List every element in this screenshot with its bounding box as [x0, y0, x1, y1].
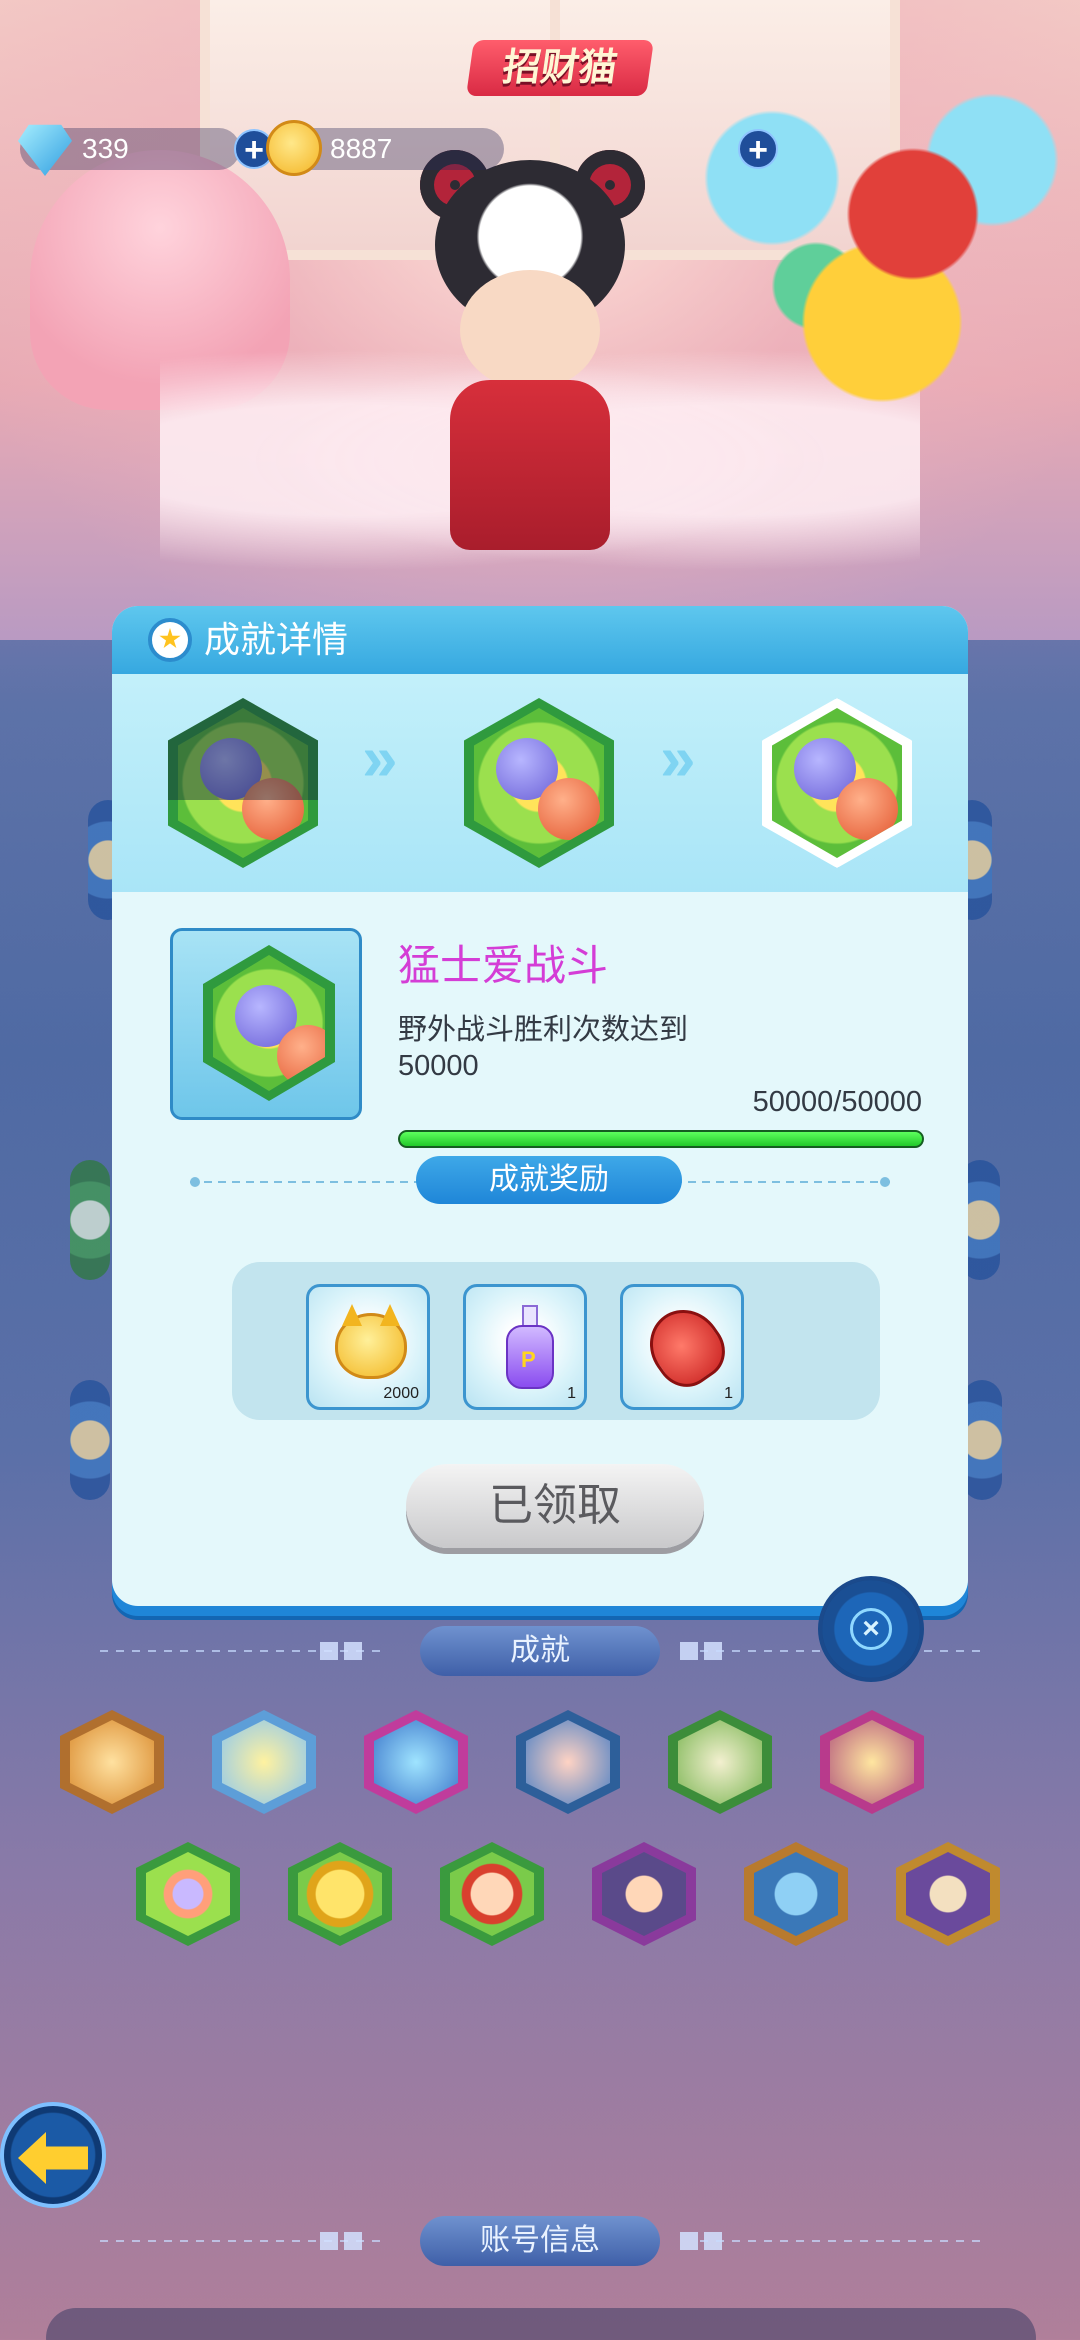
boxing-glove-icon [200, 738, 262, 800]
fox-badge[interactable] [60, 1710, 164, 1814]
back-button[interactable] [0, 2102, 106, 2208]
achievement-detail-modal: 成就详情 » » 猛士爱战斗 野外战斗胜利次数达到50000 50000/500… [112, 606, 968, 1682]
lucky-cat-logo: 招财猫 [466, 40, 654, 96]
chevron-right-icon: » [660, 722, 696, 794]
claimed-button[interactable]: 已领取 [406, 1464, 704, 1548]
gem-amount: 339 [82, 133, 129, 164]
coin-amount: 8887 [330, 133, 393, 164]
modal-header: 成就详情 [112, 606, 968, 674]
dice-badge[interactable] [364, 1710, 468, 1814]
progress-fill [400, 1132, 922, 1146]
achievement-stages: » » [112, 674, 968, 892]
add-coins-button[interactable]: + [738, 129, 778, 169]
reward-item-red-potion[interactable]: 1 [620, 1284, 744, 1410]
purple-potion-icon [506, 1305, 554, 1391]
boxing-glove-icon [836, 778, 898, 840]
boxing-glove-icon [538, 778, 600, 840]
reward-count: 1 [724, 1385, 733, 1402]
reward-item-coins[interactable]: 2000 [306, 1284, 430, 1410]
close-button[interactable]: × [818, 1576, 924, 1682]
close-icon: × [850, 1608, 892, 1650]
achievement-icon [170, 928, 362, 1120]
chef-badge[interactable] [516, 1710, 620, 1814]
achievements-label: 成就 [420, 1626, 660, 1676]
boxing-glove-icon [242, 778, 304, 840]
cat-coin-icon [266, 120, 322, 176]
coin-counter: 8887 + [266, 120, 778, 176]
reward-count: 1 [567, 1385, 576, 1402]
modal-body: 成就详情 » » 猛士爱战斗 野外战斗胜利次数达到50000 50000/500… [112, 606, 968, 1606]
scholar-badge[interactable] [896, 1842, 1000, 1946]
pirate-badge[interactable] [592, 1842, 696, 1946]
account-section-header: 账号信息 [100, 2216, 980, 2266]
boxing-glove-icon [277, 1025, 325, 1087]
avatar-body [450, 380, 610, 550]
map-badge[interactable] [744, 1842, 848, 1946]
achievement-reward-label: 成就奖励 [416, 1156, 682, 1204]
achievement-badge [203, 945, 335, 1101]
gem-counter: 339 + [18, 124, 274, 176]
coin-badge[interactable] [288, 1842, 392, 1946]
account-info-label: 账号信息 [420, 2216, 660, 2266]
star-badge-icon [148, 618, 192, 662]
reward-item-purple-potion[interactable]: 1 [463, 1284, 587, 1410]
modal-title: 成就详情 [204, 619, 349, 660]
side-badge-left-3 [70, 1380, 110, 1500]
stage-1-badge[interactable] [168, 698, 318, 868]
back-arrow-icon [18, 2132, 88, 2184]
warrior-badge[interactable] [440, 1842, 544, 1946]
cat-coin-icon [335, 1313, 407, 1379]
reward-count: 2000 [383, 1385, 419, 1402]
star-badge[interactable] [212, 1710, 316, 1814]
bunny-badge[interactable] [668, 1710, 772, 1814]
castle-badge[interactable] [820, 1710, 924, 1814]
stage-2-badge[interactable] [464, 698, 614, 868]
avatar-face [460, 270, 600, 390]
stage-3-badge[interactable] [762, 698, 912, 868]
character-showcase: 招财猫 [0, 0, 1080, 640]
progress-text: 50000/50000 [752, 1086, 922, 1118]
achievement-description: 野外战斗胜利次数达到50000 [398, 1014, 689, 1082]
armor-display [640, 70, 1080, 430]
side-badge-right-3 [962, 1380, 1002, 1500]
red-potion-icon [635, 1295, 737, 1399]
account-panel [46, 2308, 1036, 2340]
player-avatar [400, 150, 660, 600]
side-badge-left-2 [70, 1160, 110, 1280]
chevron-right-icon: » [362, 722, 398, 794]
progress-bar [398, 1130, 924, 1148]
boxing-badge[interactable] [136, 1842, 240, 1946]
achievement-name: 猛士爱战斗 [398, 942, 609, 989]
reward-list: 2000 1 1 [232, 1262, 880, 1420]
